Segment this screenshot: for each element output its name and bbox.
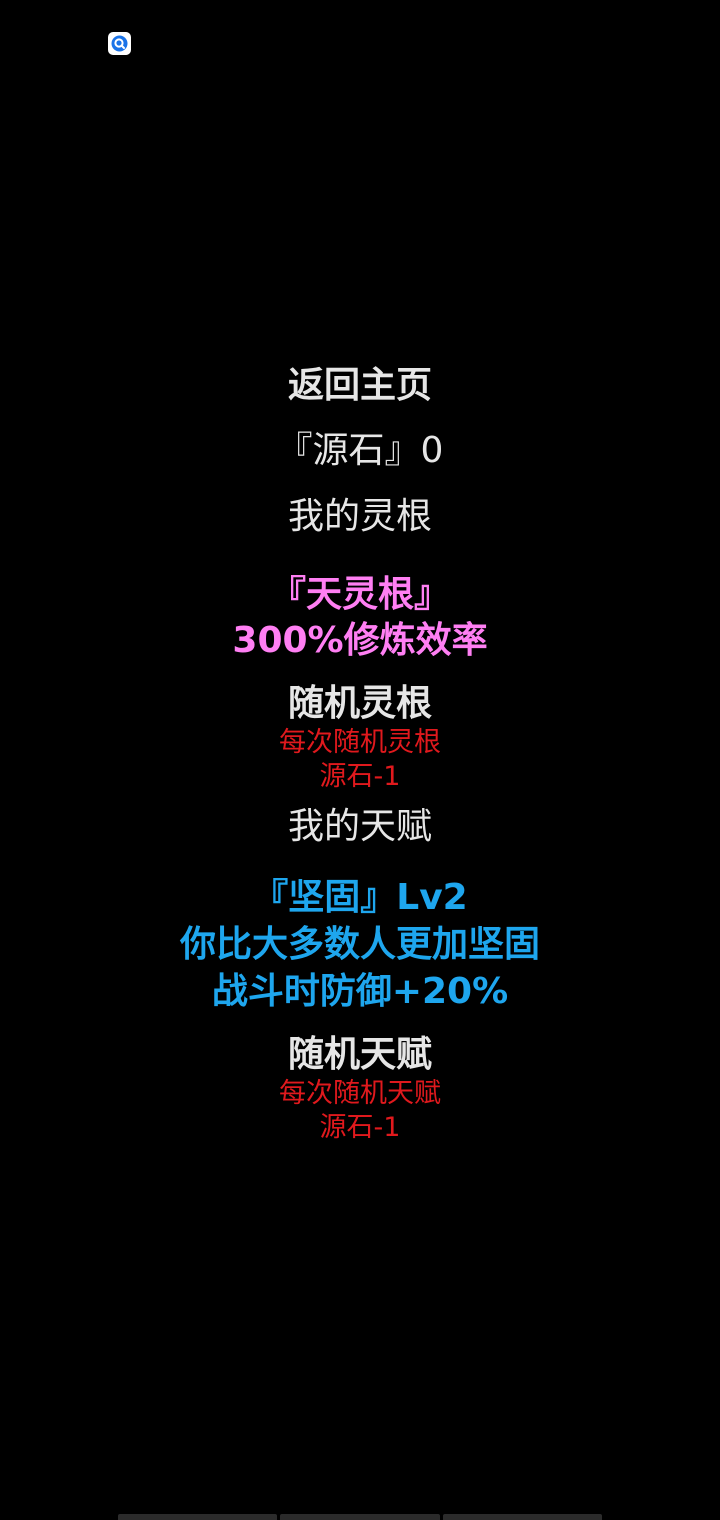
cultivation-menu: 返回主页 『源石』0 我的灵根 『天灵根』 300%修炼效率 随机灵根 每次随机… bbox=[0, 364, 720, 1145]
nav-segment[interactable] bbox=[118, 1514, 278, 1520]
nav-segment[interactable] bbox=[280, 1514, 440, 1520]
talent-desc: 你比大多数人更加坚固 bbox=[179, 924, 540, 965]
source-stone-count: 『源石』0 bbox=[276, 430, 444, 471]
random-spirit-root-button[interactable]: 随机灵根 bbox=[0, 682, 720, 726]
back-home-button[interactable]: 返回主页 bbox=[0, 364, 720, 418]
random-talent-cost: 源石-1 bbox=[319, 1112, 401, 1143]
talent-effect: 战斗时防御+20% bbox=[211, 971, 509, 1012]
random-spirit-root-desc: 每次随机灵根 bbox=[279, 727, 441, 758]
random-talent-button[interactable]: 随机天赋 bbox=[0, 1033, 720, 1077]
spirit-root-name: 『天灵根』 bbox=[269, 574, 450, 615]
my-spirit-root-title: 我的灵根 bbox=[287, 496, 432, 537]
spirit-root-effect: 300%修炼效率 bbox=[232, 620, 488, 661]
nav-segment[interactable] bbox=[442, 1514, 602, 1520]
talent-name: 『坚固』Lv2 bbox=[252, 877, 468, 918]
random-spirit-root-cost: 源石-1 bbox=[319, 761, 401, 792]
my-talent-title: 我的天赋 bbox=[287, 806, 432, 847]
random-talent-desc: 每次随机天赋 bbox=[279, 1078, 441, 1109]
q-search-icon bbox=[108, 32, 131, 55]
system-navigation-bar bbox=[118, 1514, 602, 1520]
